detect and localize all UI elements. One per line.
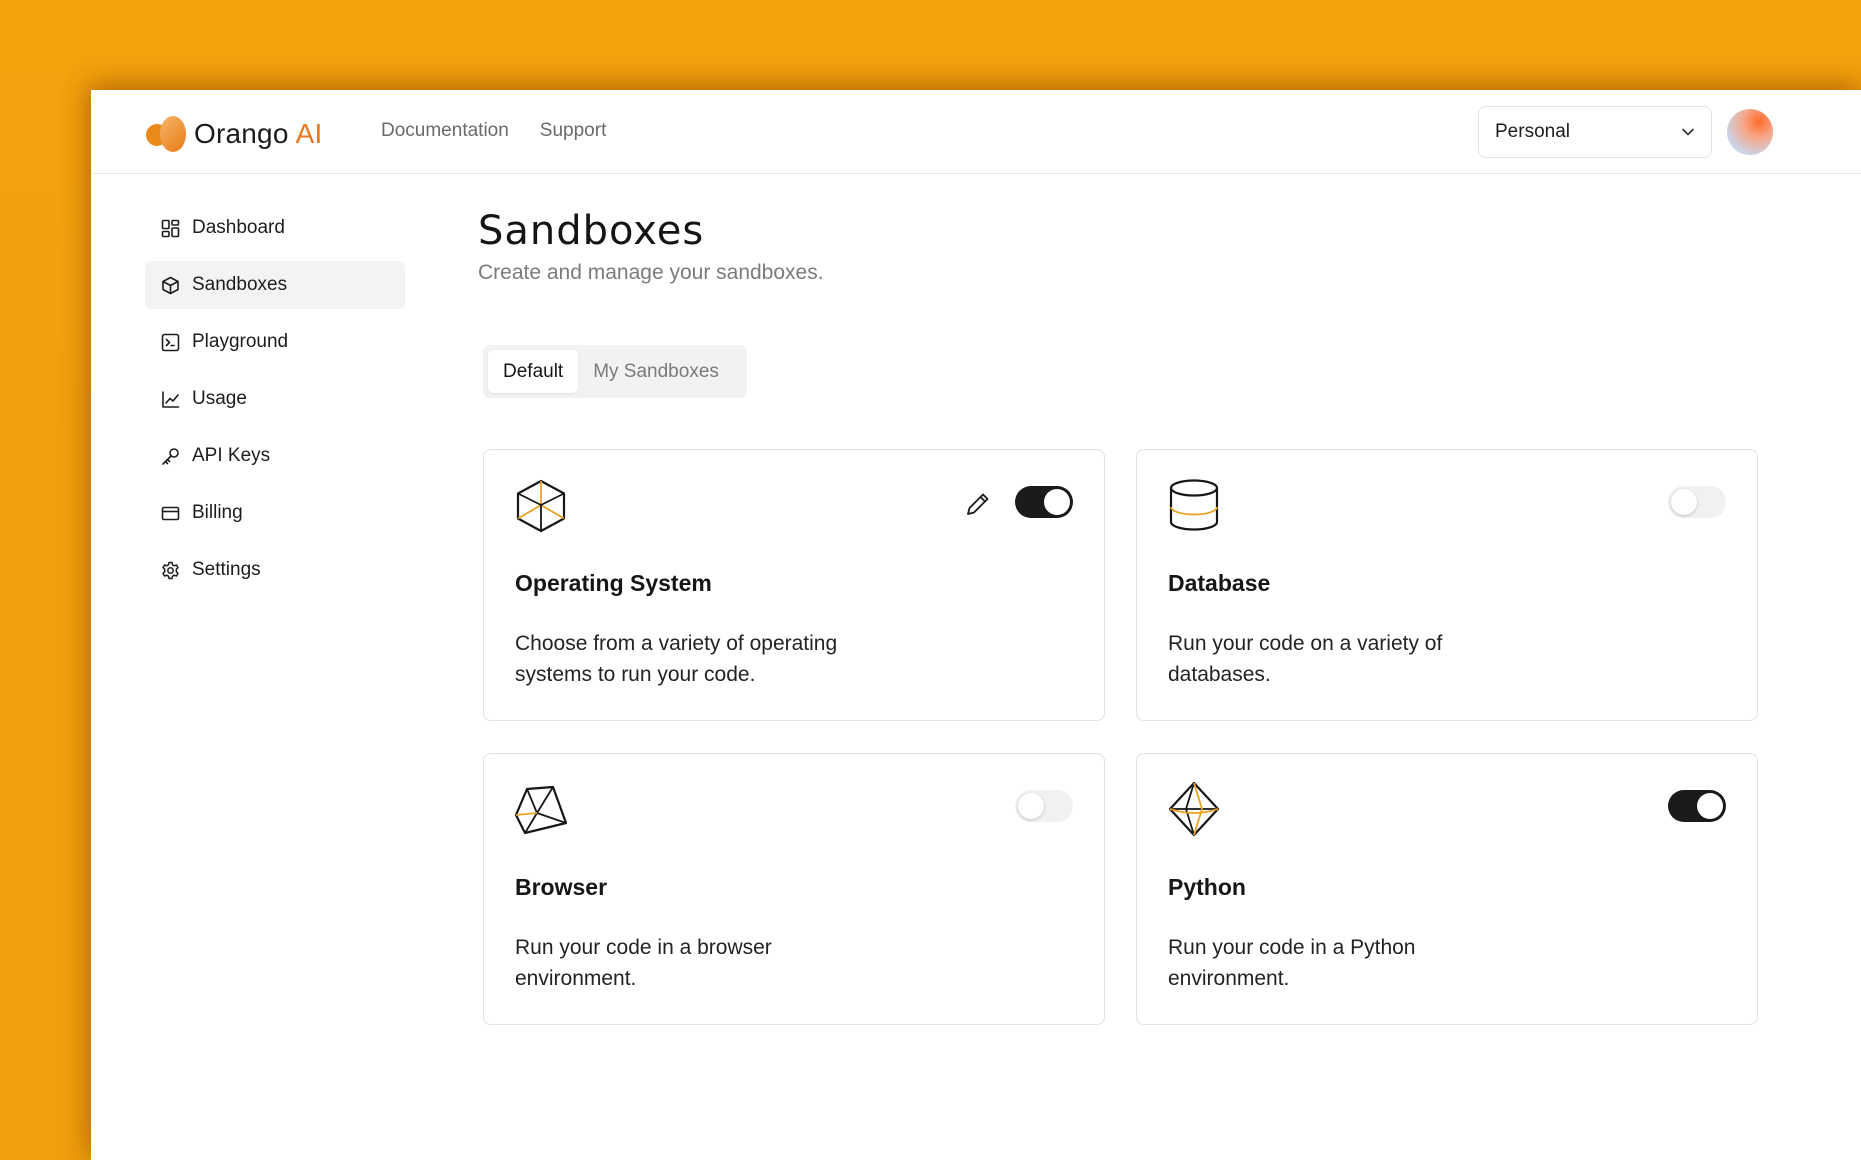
top-bar: Orango AI Documentation Support Personal (91, 90, 1861, 174)
page-title: Sandboxes (478, 208, 705, 254)
chevron-down-icon (1681, 121, 1695, 143)
sidebar-item-settings[interactable]: Settings (145, 546, 405, 594)
app-window: Orango AI Documentation Support Personal … (91, 90, 1861, 1160)
sidebar-item-label: Settings (192, 559, 261, 580)
sandbox-card-operating-system[interactable]: Operating System Choose from a variety o… (483, 449, 1105, 721)
workspace-select[interactable]: Personal (1478, 106, 1712, 158)
logo-icon (144, 114, 188, 154)
sidebar-item-label: Playground (192, 331, 289, 352)
card-description: Run your code in a Python environment. (1168, 936, 1416, 990)
sidebar-item-dashboard[interactable]: Dashboard (145, 204, 405, 252)
gear-icon (160, 560, 180, 580)
octahedron-icon (1166, 781, 1222, 837)
sidebar-item-sandboxes[interactable]: Sandboxes (145, 261, 405, 309)
sandbox-card-database[interactable]: Database Run your code on a variety of d… (1136, 449, 1758, 721)
sidebar: Dashboard Sandboxes Playground Usage API… (145, 204, 405, 603)
sandbox-card-browser[interactable]: Browser Run your code in a browser envir… (483, 753, 1105, 1025)
enable-toggle[interactable] (1015, 790, 1073, 822)
sidebar-item-billing[interactable]: Billing (145, 489, 405, 537)
enable-toggle[interactable] (1015, 486, 1073, 518)
cube-icon (160, 275, 180, 295)
avatar[interactable] (1727, 109, 1773, 155)
sidebar-item-label: Sandboxes (192, 274, 288, 295)
cube-wireframe-icon (513, 477, 569, 533)
page-subtitle: Create and manage your sandboxes. (478, 261, 824, 284)
enable-toggle[interactable] (1668, 486, 1726, 518)
cylinder-icon (1166, 477, 1222, 533)
card-title: Operating System (515, 570, 712, 596)
sidebar-item-label: Usage (192, 388, 247, 409)
nav-link-documentation[interactable]: Documentation (381, 120, 509, 142)
card-description: Choose from a variety of operating syste… (515, 632, 838, 686)
card-description: Run your code in a browser environment. (515, 936, 772, 990)
key-icon (160, 446, 180, 466)
sidebar-item-label: Dashboard (192, 217, 285, 238)
sidebar-item-label: API Keys (192, 445, 271, 466)
workspace-select-value: Personal (1495, 121, 1570, 142)
chart-icon (160, 389, 180, 409)
logo[interactable]: Orango AI (144, 114, 322, 154)
sidebar-item-playground[interactable]: Playground (145, 318, 405, 366)
dashboard-icon (160, 218, 180, 238)
tab-default[interactable]: Default (488, 350, 579, 393)
sidebar-item-usage[interactable]: Usage (145, 375, 405, 423)
pencil-icon[interactable] (964, 490, 992, 518)
card-title: Python (1168, 874, 1246, 900)
tab-bar: Default My Sandboxes (483, 345, 747, 398)
sandbox-card-python[interactable]: Python Run your code in a Python environ… (1136, 753, 1758, 1025)
brand-name: Orango AI (194, 118, 323, 149)
top-nav: Documentation Support (381, 120, 606, 142)
card-title: Database (1168, 570, 1271, 596)
nav-link-support[interactable]: Support (540, 120, 607, 142)
prism-icon (513, 781, 569, 837)
terminal-icon (160, 332, 180, 352)
enable-toggle[interactable] (1668, 790, 1726, 822)
card-description: Run your code on a variety of databases. (1168, 632, 1443, 686)
tab-my-sandboxes[interactable]: My Sandboxes (578, 350, 734, 393)
credit-card-icon (160, 503, 180, 523)
card-title: Browser (515, 874, 608, 900)
sidebar-item-api-keys[interactable]: API Keys (145, 432, 405, 480)
sidebar-item-label: Billing (192, 502, 243, 523)
